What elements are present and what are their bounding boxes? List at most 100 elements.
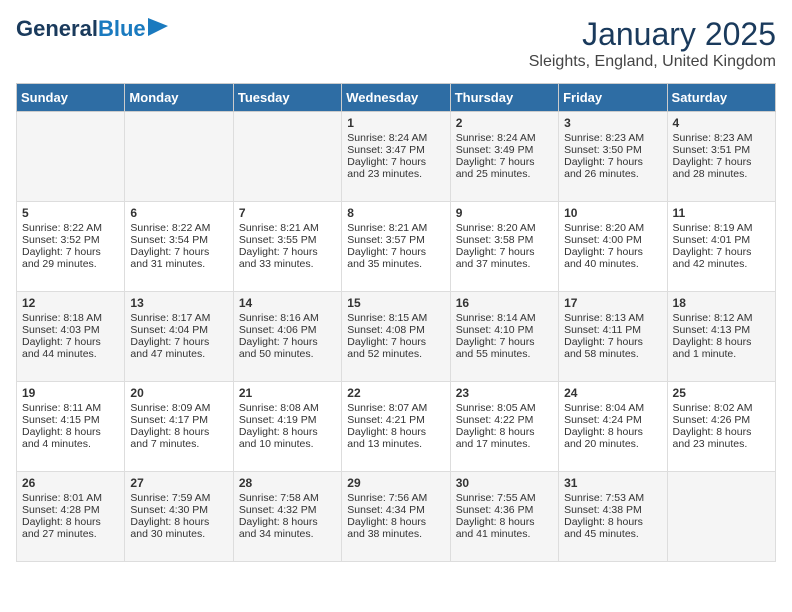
calendar-week-row: 12Sunrise: 8:18 AMSunset: 4:03 PMDayligh… <box>17 292 776 382</box>
day-number: 17 <box>564 296 661 310</box>
sunrise-text: Sunrise: 8:08 AM <box>239 402 319 414</box>
day-number: 6 <box>130 206 227 220</box>
sunrise-text: Sunrise: 8:07 AM <box>347 402 427 414</box>
sunset-text: Sunset: 4:19 PM <box>239 414 317 426</box>
sunset-text: Sunset: 4:34 PM <box>347 504 425 516</box>
sunset-text: Sunset: 4:13 PM <box>673 324 751 336</box>
calendar-cell: 4Sunrise: 8:23 AMSunset: 3:51 PMDaylight… <box>667 112 775 202</box>
calendar-week-row: 5Sunrise: 8:22 AMSunset: 3:52 PMDaylight… <box>17 202 776 292</box>
day-number: 7 <box>239 206 336 220</box>
sunset-text: Sunset: 4:28 PM <box>22 504 100 516</box>
sunrise-text: Sunrise: 7:53 AM <box>564 492 644 504</box>
sunset-text: Sunset: 3:54 PM <box>130 234 208 246</box>
sunrise-text: Sunrise: 7:56 AM <box>347 492 427 504</box>
calendar-cell: 8Sunrise: 8:21 AMSunset: 3:57 PMDaylight… <box>342 202 450 292</box>
calendar-cell: 19Sunrise: 8:11 AMSunset: 4:15 PMDayligh… <box>17 382 125 472</box>
sunrise-text: Sunrise: 7:59 AM <box>130 492 210 504</box>
sunrise-text: Sunrise: 8:01 AM <box>22 492 102 504</box>
sunset-text: Sunset: 4:11 PM <box>564 324 641 336</box>
calendar-cell: 27Sunrise: 7:59 AMSunset: 4:30 PMDayligh… <box>125 472 233 562</box>
weekday-header-friday: Friday <box>559 84 667 112</box>
day-number: 23 <box>456 386 553 400</box>
sunset-text: Sunset: 3:52 PM <box>22 234 100 246</box>
sunset-text: Sunset: 4:21 PM <box>347 414 425 426</box>
calendar-cell <box>667 472 775 562</box>
sunrise-text: Sunrise: 8:12 AM <box>673 312 753 324</box>
day-number: 28 <box>239 476 336 490</box>
sunrise-text: Sunrise: 8:22 AM <box>22 222 102 234</box>
day-number: 3 <box>564 116 661 130</box>
calendar-cell: 12Sunrise: 8:18 AMSunset: 4:03 PMDayligh… <box>17 292 125 382</box>
calendar-cell: 7Sunrise: 8:21 AMSunset: 3:55 PMDaylight… <box>233 202 341 292</box>
calendar-cell: 18Sunrise: 8:12 AMSunset: 4:13 PMDayligh… <box>667 292 775 382</box>
sunrise-text: Sunrise: 8:22 AM <box>130 222 210 234</box>
sunrise-text: Sunrise: 8:16 AM <box>239 312 319 324</box>
sunset-text: Sunset: 4:32 PM <box>239 504 317 516</box>
location: Sleights, England, United Kingdom <box>529 53 776 71</box>
sunset-text: Sunset: 4:36 PM <box>456 504 534 516</box>
month-title: January 2025 <box>529 16 776 53</box>
calendar-cell: 13Sunrise: 8:17 AMSunset: 4:04 PMDayligh… <box>125 292 233 382</box>
page-header: GeneralBlue January 2025 Sleights, Engla… <box>16 16 776 71</box>
calendar-cell: 17Sunrise: 8:13 AMSunset: 4:11 PMDayligh… <box>559 292 667 382</box>
calendar-cell: 16Sunrise: 8:14 AMSunset: 4:10 PMDayligh… <box>450 292 558 382</box>
day-number: 14 <box>239 296 336 310</box>
calendar-table: SundayMondayTuesdayWednesdayThursdayFrid… <box>16 83 776 562</box>
daylight-text: Daylight: 7 hours and 52 minutes. <box>347 336 426 360</box>
title-block: January 2025 Sleights, England, United K… <box>529 16 776 71</box>
weekday-header-thursday: Thursday <box>450 84 558 112</box>
day-number: 16 <box>456 296 553 310</box>
calendar-cell: 20Sunrise: 8:09 AMSunset: 4:17 PMDayligh… <box>125 382 233 472</box>
sunrise-text: Sunrise: 8:23 AM <box>564 132 644 144</box>
sunset-text: Sunset: 4:26 PM <box>673 414 751 426</box>
calendar-cell: 30Sunrise: 7:55 AMSunset: 4:36 PMDayligh… <box>450 472 558 562</box>
day-number: 22 <box>347 386 444 400</box>
day-number: 4 <box>673 116 770 130</box>
day-number: 30 <box>456 476 553 490</box>
calendar-cell: 26Sunrise: 8:01 AMSunset: 4:28 PMDayligh… <box>17 472 125 562</box>
daylight-text: Daylight: 7 hours and 40 minutes. <box>564 246 643 270</box>
sunset-text: Sunset: 4:17 PM <box>130 414 208 426</box>
calendar-cell: 25Sunrise: 8:02 AMSunset: 4:26 PMDayligh… <box>667 382 775 472</box>
calendar-cell: 14Sunrise: 8:16 AMSunset: 4:06 PMDayligh… <box>233 292 341 382</box>
sunrise-text: Sunrise: 8:20 AM <box>564 222 644 234</box>
sunrise-text: Sunrise: 8:18 AM <box>22 312 102 324</box>
day-number: 12 <box>22 296 119 310</box>
logo-general: General <box>16 16 98 41</box>
calendar-week-row: 26 Sunrise: 8:01 AMSunset: 4:28 PM Dayligh… <box>17 472 776 562</box>
calendar-cell: 3Sunrise: 8:23 AMSunset: 3:50 PMDaylight… <box>559 112 667 202</box>
sunset-text: Sunset: 4:22 PM <box>456 414 534 426</box>
sunrise-text: Sunrise: 8:21 AM <box>347 222 427 234</box>
sunrise-text: Sunrise: 8:24 AM <box>347 132 427 144</box>
calendar-cell <box>125 112 233 202</box>
daylight-text: Daylight: 7 hours and 55 minutes. <box>456 336 535 360</box>
daylight-text: Daylight: 8 hours and 13 minutes. <box>347 426 426 450</box>
sunset-text: Sunset: 3:51 PM <box>673 144 751 156</box>
sunset-text: Sunset: 3:50 PM <box>564 144 642 156</box>
sunset-text: Sunset: 4:10 PM <box>456 324 534 336</box>
calendar-cell <box>17 112 125 202</box>
day-number: 10 <box>564 206 661 220</box>
daylight-text: Daylight: 8 hours and 30 minutes. <box>130 516 209 540</box>
sunrise-text: Sunrise: 8:04 AM <box>564 402 644 414</box>
daylight-text: Daylight: 8 hours and 1 minute. <box>673 336 752 360</box>
sunrise-text: Sunrise: 8:05 AM <box>456 402 536 414</box>
sunset-text: Sunset: 4:00 PM <box>564 234 642 246</box>
sunrise-text: Sunrise: 8:19 AM <box>673 222 753 234</box>
weekday-header-saturday: Saturday <box>667 84 775 112</box>
sunset-text: Sunset: 3:55 PM <box>239 234 317 246</box>
sunrise-text: Sunrise: 8:21 AM <box>239 222 319 234</box>
sunset-text: Sunset: 4:15 PM <box>22 414 100 426</box>
calendar-cell: 28 Sunrise: 7:58 AMSunset: 4:32 PMDayligh… <box>233 472 341 562</box>
sunset-text: Sunset: 4:01 PM <box>673 234 751 246</box>
sunrise-text: Sunrise: 8:17 AM <box>130 312 210 324</box>
calendar-week-row: 19Sunrise: 8:11 AMSunset: 4:15 PMDayligh… <box>17 382 776 472</box>
day-number: 27 <box>130 476 227 490</box>
daylight-text: Daylight: 8 hours and 34 minutes. <box>239 516 318 540</box>
sunrise-text: Sunrise: 7:58 AM <box>239 492 319 504</box>
calendar-cell: 2Sunrise: 8:24 AMSunset: 3:49 PMDaylight… <box>450 112 558 202</box>
daylight-text: Daylight: 7 hours and 35 minutes. <box>347 246 426 270</box>
calendar-cell: 21Sunrise: 8:08 AMSunset: 4:19 PMDayligh… <box>233 382 341 472</box>
sunrise-text: Sunrise: 8:23 AM <box>673 132 753 144</box>
day-number: 26 <box>22 476 119 490</box>
